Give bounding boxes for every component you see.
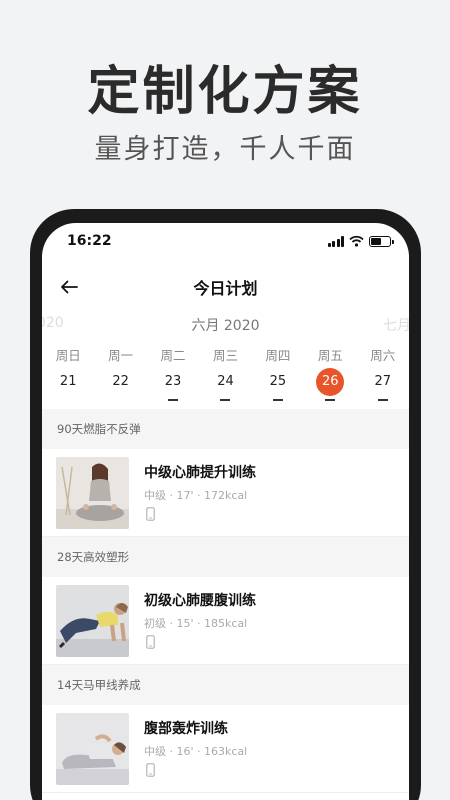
date-number: 21 <box>59 374 77 389</box>
workout-calories: 163kcal <box>204 745 248 758</box>
plan-list: 90天燃脂不反弹 中级心肺提升训练 中级 · 17' · 172kcal 28天… <box>42 409 409 793</box>
battery-icon <box>369 235 394 247</box>
workout-item[interactable]: 腹部轰炸训练 中级 · 16' · 163kcal <box>42 705 409 793</box>
phone-frame: 16:22 今日计划 2020 <box>30 209 421 800</box>
date-number: 25 <box>269 374 287 389</box>
date-cell[interactable]: 27 <box>357 368 409 408</box>
workout-meta: 中级 · 17' · 172kcal <box>144 489 248 502</box>
phone-icon <box>146 507 155 521</box>
weekday-label: 周六 <box>370 348 396 363</box>
section-header: 28天高效塑形 <box>42 537 409 577</box>
workout-thumbnail <box>56 457 129 529</box>
date-number: 27 <box>374 374 391 389</box>
app-screen: 16:22 今日计划 2020 <box>42 223 409 800</box>
navbar: 今日计划 <box>42 265 409 309</box>
wifi-icon <box>349 235 364 247</box>
workout-thumbnail <box>56 713 129 785</box>
date-strip: 21 22 23 24 25 26 27 <box>42 368 409 408</box>
workout-title: 中级心肺提升训练 <box>144 465 256 481</box>
phone-icon <box>146 635 155 649</box>
plan-marker <box>272 399 283 401</box>
plan-marker <box>168 399 179 401</box>
date-cell-selected[interactable]: 26 <box>304 368 356 408</box>
plan-marker <box>220 399 231 401</box>
workout-thumbnail <box>56 585 129 657</box>
workout-calories: 172kcal <box>204 489 248 502</box>
date-number: 26 <box>316 368 345 396</box>
plan-marker <box>325 399 336 401</box>
plan-marker <box>377 399 388 401</box>
date-cell[interactable]: 23 <box>147 368 199 408</box>
workout-meta: 初级 · 15' · 185kcal <box>144 617 248 630</box>
workout-title: 腹部轰炸训练 <box>144 721 228 737</box>
page-title: 今日计划 <box>193 279 258 298</box>
date-number: 22 <box>112 374 129 389</box>
status-bar: 16:22 <box>42 223 409 259</box>
promo-subline: 量身打造，千人千面 <box>94 134 356 165</box>
weekday-header: 周日 周一 周二 周三 周四 周五 周六 <box>42 345 409 365</box>
weekday-label: 周五 <box>317 348 343 363</box>
workout-level: 初级 <box>144 617 166 630</box>
workout-calories: 185kcal <box>204 617 248 630</box>
workout-level: 中级 <box>144 489 166 502</box>
workout-duration: 15' <box>176 617 194 630</box>
month-switcher: 2020 六月 2020 七月 <box>42 315 409 339</box>
date-cell[interactable]: 22 <box>94 368 146 408</box>
weekday-label: 周日 <box>55 348 81 363</box>
workout-duration: 17' <box>176 489 194 502</box>
workout-item[interactable]: 初级心肺腰腹训练 初级 · 15' · 185kcal <box>42 577 409 665</box>
workout-title: 初级心肺腰腹训练 <box>144 593 256 609</box>
date-cell[interactable]: 21 <box>42 368 94 408</box>
date-cell[interactable]: 24 <box>199 368 251 408</box>
status-time: 16:22 <box>67 233 112 249</box>
section-header: 90天燃脂不反弹 <box>42 409 409 449</box>
workout-duration: 16' <box>176 745 194 758</box>
current-month-label: 六月 2020 <box>191 318 260 334</box>
promo-headline: 定制化方案 <box>87 62 363 122</box>
workout-meta: 中级 · 16' · 163kcal <box>144 745 248 758</box>
date-cell[interactable]: 25 <box>252 368 304 408</box>
weekday-label: 周二 <box>160 348 186 363</box>
next-month-label[interactable]: 七月 <box>383 315 409 335</box>
weekday-label: 周三 <box>212 348 238 363</box>
signal-icon <box>327 235 344 247</box>
weekday-label: 周一 <box>108 348 134 363</box>
date-number: 24 <box>217 374 234 389</box>
date-number: 23 <box>164 374 182 389</box>
weekday-label: 周四 <box>265 348 291 363</box>
workout-level: 中级 <box>144 745 166 758</box>
phone-icon <box>146 763 155 777</box>
workout-item[interactable]: 中级心肺提升训练 中级 · 17' · 172kcal <box>42 449 409 537</box>
section-header: 14天马甲线养成 <box>42 665 409 705</box>
